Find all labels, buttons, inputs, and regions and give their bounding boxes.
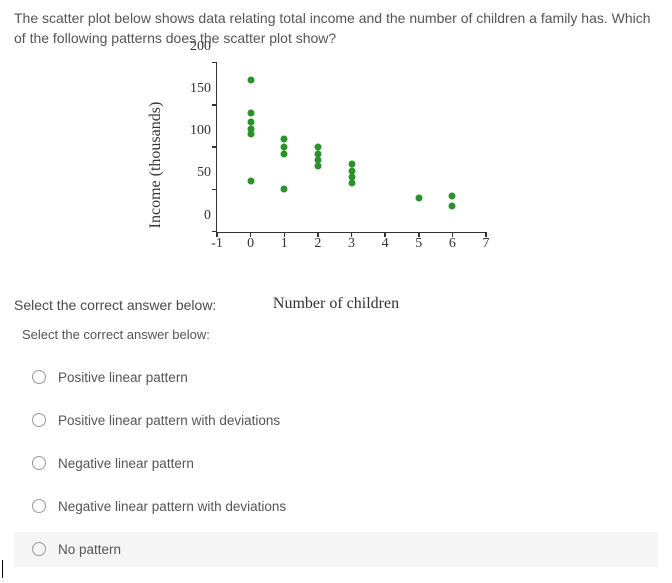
x-tick-label: 1 (281, 236, 288, 252)
data-point (449, 203, 456, 210)
y-tick-label: 200 (190, 39, 211, 55)
plot-area: 050100150200-101234567 (216, 63, 486, 233)
answer-option[interactable]: Positive linear pattern with deviations (14, 403, 658, 438)
data-point (247, 76, 254, 83)
answer-option[interactable]: Positive linear pattern (14, 360, 658, 395)
text-cursor (2, 560, 3, 578)
option-label: Positive linear pattern (58, 370, 188, 385)
options-list: Positive linear pattern Positive linear p… (14, 360, 658, 567)
data-point (449, 193, 456, 200)
y-axis-label: Income (thousands) (147, 101, 165, 228)
question-text: The scatter plot below shows data relati… (14, 8, 658, 49)
x-tick-label: 0 (247, 236, 254, 252)
y-tick (212, 146, 217, 148)
y-tick-label: 0 (204, 208, 211, 224)
option-label: Negative linear pattern with deviations (58, 499, 286, 514)
data-point (281, 135, 288, 142)
x-tick (250, 232, 252, 237)
x-tick (485, 232, 487, 237)
answer-option[interactable]: Negative linear pattern (14, 446, 658, 481)
x-tick-label: 4 (382, 236, 389, 252)
y-tick-label: 50 (197, 165, 211, 181)
radio-icon (32, 499, 46, 513)
x-tick (216, 232, 218, 237)
x-tick-label: 3 (348, 236, 355, 252)
radio-icon (32, 413, 46, 427)
select-prompt-duplicate: Select the correct answer below: (22, 327, 658, 342)
x-tick (418, 232, 420, 237)
data-point (247, 131, 254, 138)
x-tick (452, 232, 454, 237)
x-axis-label: Number of children (273, 295, 399, 313)
option-label: Positive linear pattern with deviations (58, 413, 280, 428)
y-tick (212, 104, 217, 106)
y-tick-label: 150 (190, 81, 211, 97)
x-tick-label: 2 (314, 236, 321, 252)
data-point (281, 186, 288, 193)
data-point (415, 194, 422, 201)
answer-option[interactable]: Negative linear pattern with deviations (14, 489, 658, 524)
x-tick-label: 6 (449, 236, 456, 252)
answer-option[interactable]: No pattern (14, 532, 658, 567)
scatter-chart: Income (thousands) 050100150200-10123456… (166, 55, 506, 275)
radio-icon (32, 370, 46, 384)
x-tick-label: 5 (415, 236, 422, 252)
data-point (247, 110, 254, 117)
x-tick-label: -1 (211, 236, 223, 252)
y-tick (212, 62, 217, 64)
x-tick (284, 232, 286, 237)
data-point (348, 179, 355, 186)
x-tick (384, 232, 386, 237)
x-tick (317, 232, 319, 237)
y-tick-label: 100 (190, 123, 211, 139)
option-label: Negative linear pattern (58, 456, 194, 471)
x-tick (351, 232, 353, 237)
y-tick (212, 189, 217, 191)
data-point (247, 177, 254, 184)
radio-icon (32, 456, 46, 470)
data-point (281, 150, 288, 157)
option-label: No pattern (58, 542, 121, 557)
radio-icon (32, 542, 46, 556)
chart-container: Income (thousands) 050100150200-10123456… (14, 55, 658, 275)
x-tick-label: 7 (483, 236, 490, 252)
data-point (314, 162, 321, 169)
